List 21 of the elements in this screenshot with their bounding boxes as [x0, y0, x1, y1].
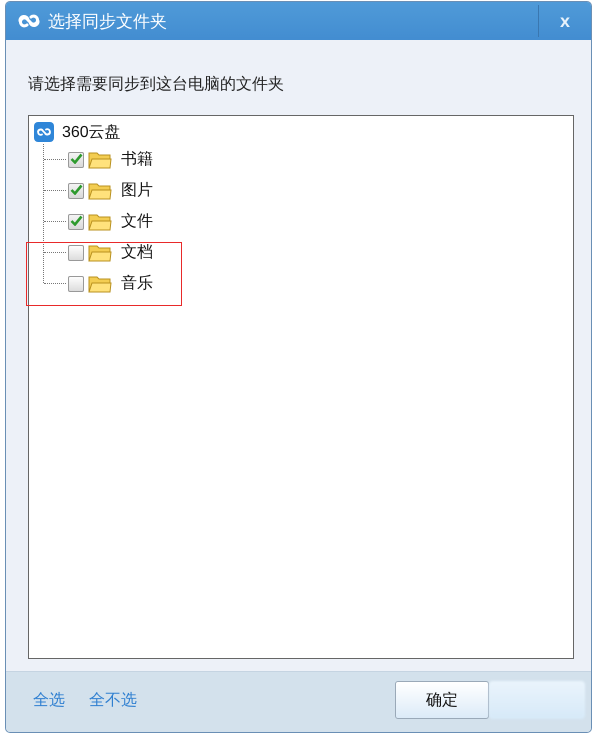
checkbox[interactable] [68, 276, 84, 292]
confirm-button[interactable]: 确定 [395, 681, 489, 719]
folder-icon [88, 181, 112, 200]
folder-label[interactable]: 文件 [121, 211, 153, 232]
cloud-drive-icon [34, 122, 54, 142]
folder-icon [88, 212, 112, 231]
folder-icon [88, 274, 112, 293]
tree-root-label[interactable]: 360云盘 [62, 122, 121, 142]
cloud-logo-icon [16, 13, 42, 29]
folder-label[interactable]: 音乐 [121, 273, 153, 294]
folder-icon [88, 243, 112, 262]
folder-label[interactable]: 文档 [121, 242, 153, 263]
checkbox[interactable] [68, 182, 84, 198]
folder-icon [88, 150, 112, 169]
folder-label[interactable]: 书籍 [121, 149, 153, 170]
checkbox[interactable] [68, 244, 84, 260]
folder-label[interactable]: 图片 [121, 180, 153, 201]
checkbox[interactable] [68, 214, 84, 230]
instruction-text: 请选择需要同步到这台电脑的文件夹 [28, 74, 285, 95]
window-title: 选择同步文件夹 [48, 10, 168, 32]
checkbox[interactable] [68, 152, 84, 168]
